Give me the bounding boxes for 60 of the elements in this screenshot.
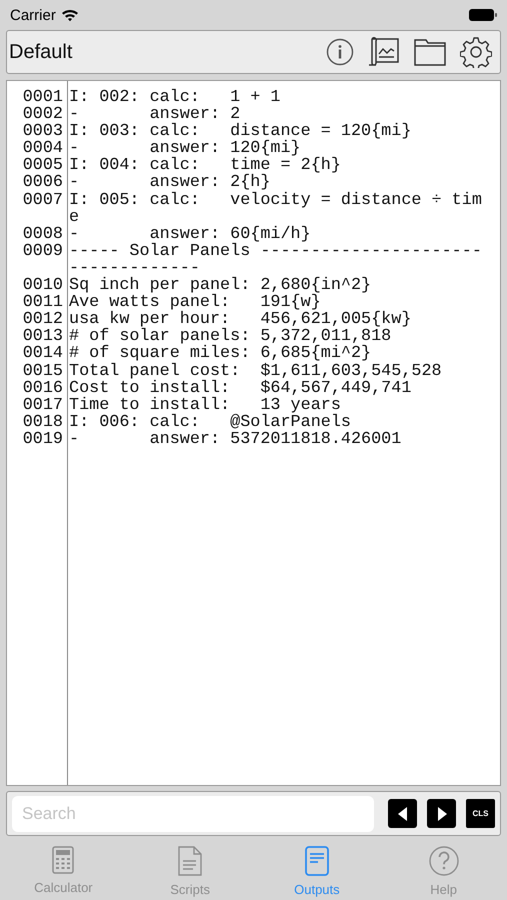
document-icon xyxy=(304,846,329,876)
tab[interactable]: Outputs xyxy=(254,836,380,900)
previous-button[interactable] xyxy=(388,799,417,828)
line-number: 0005 xyxy=(22,157,63,174)
line-number: 0009 xyxy=(22,242,63,263)
folder-button[interactable] xyxy=(414,38,446,66)
output-line: Ave watts panel: 191{w} xyxy=(69,294,321,312)
line-number: 0015 xyxy=(22,362,63,380)
line-number: 0019 xyxy=(22,430,63,448)
clear-button[interactable]: CLS xyxy=(466,799,495,828)
line-number: 0003 xyxy=(22,123,63,140)
tab[interactable]: Scripts xyxy=(126,836,254,900)
line-number: 0010 xyxy=(22,277,63,294)
line-number: 0012 xyxy=(22,311,63,328)
tab[interactable]: Calculator xyxy=(0,836,127,900)
line-number: 0016 xyxy=(22,380,63,397)
carrier-label: Carrier xyxy=(10,6,56,24)
output-line: I: 006: calc: @SolarPanels xyxy=(69,414,351,431)
output-line: I: 005: calc: velocity = distance ÷ time xyxy=(69,192,482,226)
output-line: - answer: 2{h} xyxy=(69,174,270,192)
line-number: 0017 xyxy=(22,396,63,414)
line-number: 0004 xyxy=(22,140,63,158)
line-number: 0001 xyxy=(22,89,63,106)
output-line: Sq inch per panel: 2,680{in^2} xyxy=(69,277,372,294)
line-number: 0014 xyxy=(22,345,63,362)
calculator-icon xyxy=(52,846,74,874)
output-line: # of square miles: 6,685{mi^2} xyxy=(69,345,372,362)
line-number: 0013 xyxy=(22,328,63,346)
line-number: 0006 xyxy=(22,174,63,192)
output-line: - answer: 120{mi} xyxy=(69,140,302,158)
output-line: Time to install: 13 years xyxy=(69,396,341,414)
output-line: ----- Solar Panels ----------------------------------- xyxy=(69,242,482,278)
output-line: - answer: 5372011818.426001 xyxy=(69,430,402,448)
output-line: # of solar panels: 5,372,011,818 xyxy=(69,328,392,346)
line-number: 0007 xyxy=(22,192,63,212)
output-line: I: 003: calc: distance = 120{mi} xyxy=(69,123,412,140)
output-line: - answer: 60{mi/h} xyxy=(69,226,312,243)
chart-scroll-button[interactable] xyxy=(368,37,400,67)
wifi-icon xyxy=(60,8,79,22)
output-line: I: 002: calc: 1 + 1 xyxy=(69,89,282,106)
search-field[interactable]: Search xyxy=(12,796,374,832)
left-triangle-icon xyxy=(396,806,408,820)
toolbar-title: Default xyxy=(9,40,74,64)
document-icon xyxy=(178,846,202,876)
line-number: 0018 xyxy=(22,414,63,431)
info-button[interactable] xyxy=(326,38,354,66)
output-line: usa kw per hour: 456,621,005{kw} xyxy=(69,311,412,328)
output-line: I: 004: calc: time = 2{h} xyxy=(69,157,342,174)
settings-button[interactable] xyxy=(460,36,492,68)
output-line: Total panel cost: $1,611,603,545,528 xyxy=(69,362,443,380)
help-icon xyxy=(428,846,459,876)
next-button[interactable] xyxy=(427,799,456,828)
battery-icon xyxy=(469,9,497,21)
right-triangle-icon xyxy=(436,806,448,820)
line-number: 0011 xyxy=(22,294,63,312)
line-number: 0002 xyxy=(22,106,63,124)
output-line: - answer: 2 xyxy=(69,106,240,124)
line-number: 0008 xyxy=(22,226,63,243)
output-line: Cost to install: $64,567,449,741 xyxy=(69,380,412,397)
tab[interactable]: Help xyxy=(380,836,507,900)
